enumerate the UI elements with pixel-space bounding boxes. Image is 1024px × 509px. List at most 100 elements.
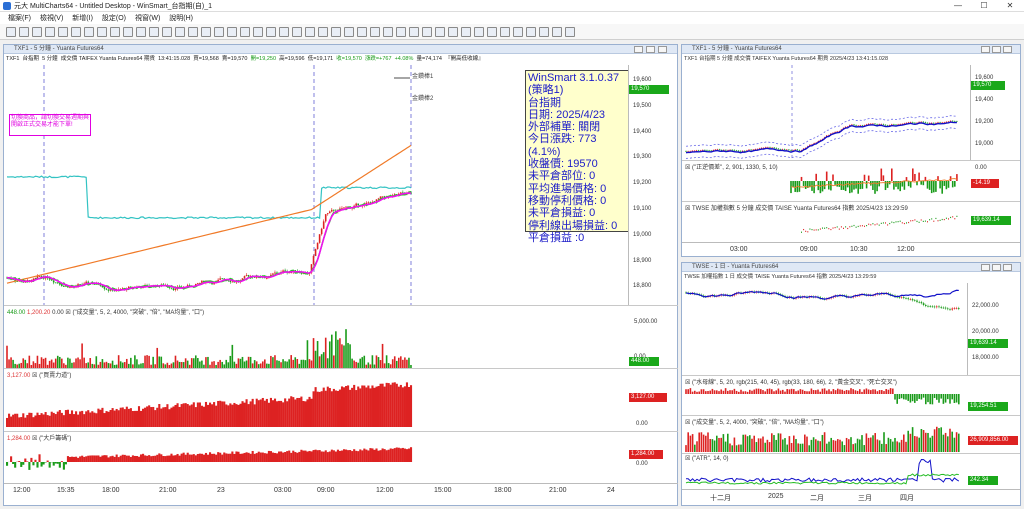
toolbar-button-icon[interactable] bbox=[513, 27, 523, 37]
toolbar-button-icon[interactable] bbox=[149, 27, 159, 37]
toolbar-button-icon[interactable] bbox=[552, 27, 562, 37]
toolbar-button-icon[interactable] bbox=[162, 27, 172, 37]
close-button[interactable]: ✕ bbox=[998, 0, 1022, 12]
bigplayer-tag: 1,284.00 bbox=[629, 450, 663, 459]
x-axis-label: 03:00 bbox=[274, 487, 292, 494]
toolbar-button-icon[interactable] bbox=[32, 27, 42, 37]
x-axis-label: 18:00 bbox=[102, 487, 120, 494]
toolbar-button-icon[interactable] bbox=[500, 27, 510, 37]
x-axis-label: 18:00 bbox=[494, 487, 512, 494]
infobox-line: 停利線出場損益: 0 bbox=[528, 219, 618, 232]
toolbar-button-icon[interactable] bbox=[422, 27, 432, 37]
rb-close-button[interactable] bbox=[1003, 264, 1012, 271]
toolbar-button-icon[interactable] bbox=[526, 27, 536, 37]
toolbar-button-icon[interactable] bbox=[19, 27, 29, 37]
rt-close-button[interactable] bbox=[1003, 46, 1012, 53]
rt-sub1-pane[interactable]: ☒ ("正逆價差", 2, 901, 1330, 5, 10) -14.19 0… bbox=[682, 160, 1020, 201]
x-axis-label: 23 bbox=[217, 487, 225, 494]
toolbar-button-icon[interactable] bbox=[136, 27, 146, 37]
toolbar-button-icon[interactable] bbox=[175, 27, 185, 37]
toolbar-button-icon[interactable] bbox=[292, 27, 302, 37]
x-axis-label: 21:00 bbox=[159, 487, 177, 494]
toolbar-button-icon[interactable] bbox=[279, 27, 289, 37]
window-close-button[interactable] bbox=[658, 46, 667, 53]
rb-sub3-pane[interactable]: ☒ ("ATR", 14, 0) 242.34 bbox=[682, 453, 1020, 489]
price-axis-label: 19,500 bbox=[633, 102, 652, 109]
menu-file[interactable]: 檔案(F) bbox=[8, 13, 31, 23]
menu-view[interactable]: 檢視(V) bbox=[40, 13, 63, 23]
minimize-button[interactable]: — bbox=[946, 0, 970, 12]
window-maximize-button[interactable] bbox=[646, 46, 655, 53]
toolbar-button-icon[interactable] bbox=[97, 27, 107, 37]
x-axis-label: 24 bbox=[607, 487, 615, 494]
bigplayer-pane[interactable]: 1,284.00 ☒ ("大戶籌碼") 1,284.00 0.00 bbox=[4, 431, 678, 483]
x-axis-label: 三月 bbox=[858, 495, 872, 502]
toolbar-button-icon[interactable] bbox=[266, 27, 276, 37]
x-axis-label: 15:35 bbox=[57, 487, 75, 494]
x-axis-label: 二月 bbox=[810, 495, 824, 502]
rb-sub2-pane[interactable]: ☒ ("成交量", 5, 2, 4000, "突破", "倍", "MA均量",… bbox=[682, 415, 1020, 453]
x-axis-label: 12:00 bbox=[13, 487, 31, 494]
x-axis-label: 四月 bbox=[900, 495, 914, 502]
buysell-pane[interactable]: 3,127.00 ☒ ("買賣力道") 3,127.00 0.00 bbox=[4, 368, 678, 431]
toolbar-button-icon[interactable] bbox=[448, 27, 458, 37]
maximize-button[interactable]: ☐ bbox=[972, 0, 996, 12]
rt-minimize-button[interactable] bbox=[981, 46, 990, 53]
toolbar-button-icon[interactable] bbox=[123, 27, 133, 37]
menu-help[interactable]: 說明(H) bbox=[169, 13, 193, 23]
toolbar-button-icon[interactable] bbox=[383, 27, 393, 37]
toolbar-button-icon[interactable] bbox=[6, 27, 16, 37]
toolbar-button-icon[interactable] bbox=[539, 27, 549, 37]
x-axis-label: 03:00 bbox=[730, 246, 748, 253]
toolbar-button-icon[interactable] bbox=[370, 27, 380, 37]
price-axis-label: 18,000.00 bbox=[972, 355, 999, 361]
infobox-line: 外部補單: 關閉 bbox=[528, 121, 601, 134]
rb-x-axis: 十二月 2025 二月 三月 四月 bbox=[682, 489, 1020, 505]
toolbar-button-icon[interactable] bbox=[435, 27, 445, 37]
menu-window[interactable]: 視窗(W) bbox=[135, 13, 160, 23]
volume-pane[interactable]: 448.00 1,200.20 0.00 ☒ ("成交量", 5, 2, 400… bbox=[4, 305, 678, 369]
rt-sub2-pane[interactable]: ☒ TWSE 加權指數 5 分鐘 成交價 TAISE Yuanta Future… bbox=[682, 201, 1020, 242]
toolbar-button-icon[interactable] bbox=[396, 27, 406, 37]
x-axis-label: 15:00 bbox=[434, 487, 452, 494]
right-bottom-chart-window[interactable]: TWSE - 1 日 - Yuanta Futures64 TWSE 加權指數 … bbox=[681, 262, 1021, 506]
toolbar-button-icon[interactable] bbox=[487, 27, 497, 37]
toolbar-button-icon[interactable] bbox=[409, 27, 419, 37]
rb-maximize-button[interactable] bbox=[992, 264, 1001, 271]
window-minimize-button[interactable] bbox=[634, 46, 643, 53]
menu-insert[interactable]: 新增(I) bbox=[72, 13, 93, 23]
rb-minimize-button[interactable] bbox=[981, 264, 990, 271]
toolbar-button-icon[interactable] bbox=[357, 27, 367, 37]
x-axis-label: 十二月 bbox=[710, 495, 731, 502]
toolbar-button-icon[interactable] bbox=[253, 27, 263, 37]
toolbar-button-icon[interactable] bbox=[240, 27, 250, 37]
toolbar-button-icon[interactable] bbox=[110, 27, 120, 37]
toolbar-button-icon[interactable] bbox=[188, 27, 198, 37]
x-axis-label: 12:00 bbox=[897, 246, 915, 253]
toolbar-button-icon[interactable] bbox=[227, 27, 237, 37]
volume-tag: 448.00 bbox=[629, 357, 659, 366]
rt-price-chart[interactable] bbox=[682, 65, 970, 160]
toolbar-button-icon[interactable] bbox=[84, 27, 94, 37]
rb-sub1-pane[interactable]: ☒ ("水母線", 5, 20, rgb(215, 40, 45), rgb(3… bbox=[682, 375, 1020, 415]
x-axis-label: 09:00 bbox=[317, 487, 335, 494]
toolbar-button-icon[interactable] bbox=[474, 27, 484, 37]
rb-price-chart[interactable] bbox=[682, 283, 967, 375]
price-axis-label: 19,400 bbox=[975, 97, 994, 103]
toolbar-button-icon[interactable] bbox=[331, 27, 341, 37]
rt-maximize-button[interactable] bbox=[992, 46, 1001, 53]
toolbar-button-icon[interactable] bbox=[45, 27, 55, 37]
menu-settings[interactable]: 設定(O) bbox=[102, 13, 126, 23]
toolbar-button-icon[interactable] bbox=[344, 27, 354, 37]
toolbar-button-icon[interactable] bbox=[318, 27, 328, 37]
main-chart-title: TXF1 - 5 分鐘 - Yuanta Futures64 bbox=[4, 45, 677, 54]
toolbar-button-icon[interactable] bbox=[71, 27, 81, 37]
toolbar-button-icon[interactable] bbox=[214, 27, 224, 37]
toolbar-button-icon[interactable] bbox=[201, 27, 211, 37]
right-top-chart-window[interactable]: TXF1 - 5 分鐘 - Yuanta Futures64 TXF1 台指期 … bbox=[681, 44, 1021, 257]
toolbar-button-icon[interactable] bbox=[565, 27, 575, 37]
toolbar-button-icon[interactable] bbox=[305, 27, 315, 37]
main-chart-window[interactable]: TXF1 - 5 分鐘 - Yuanta Futures64 TXF1 台指期 … bbox=[3, 44, 678, 506]
toolbar-button-icon[interactable] bbox=[58, 27, 68, 37]
toolbar-button-icon[interactable] bbox=[461, 27, 471, 37]
